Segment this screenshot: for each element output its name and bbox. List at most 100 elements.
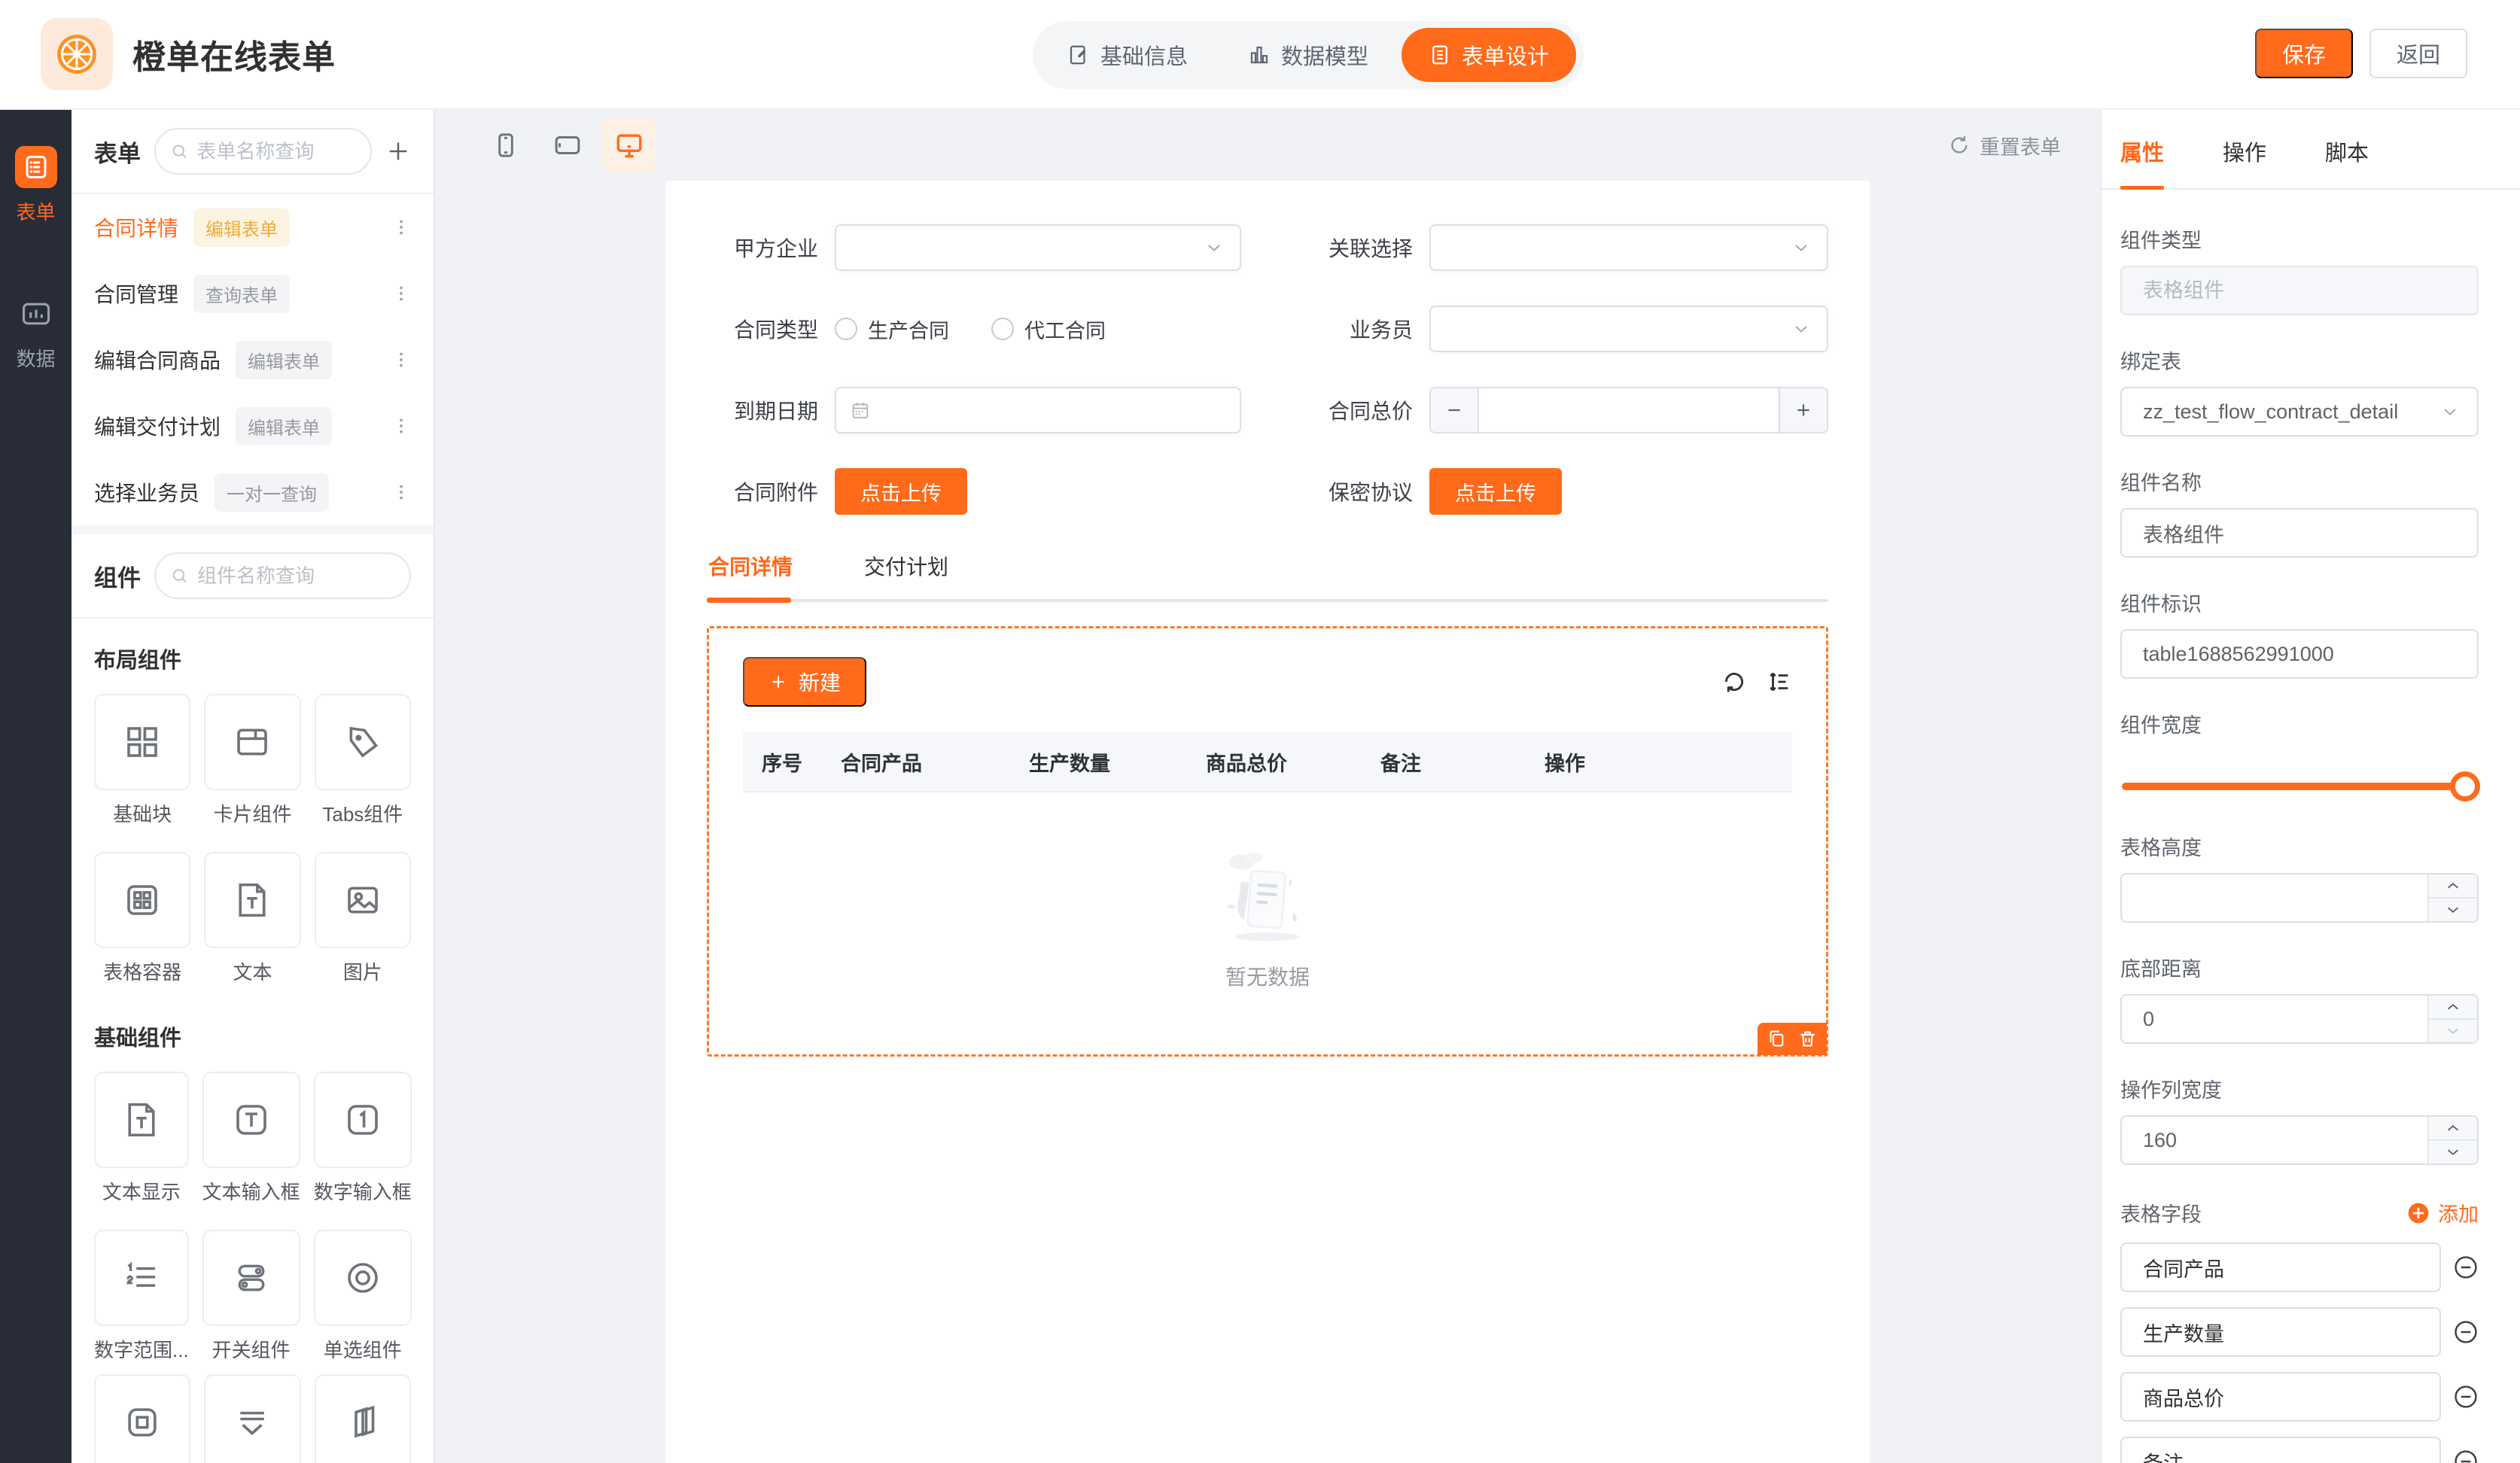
component-image[interactable] bbox=[315, 852, 411, 948]
bottom-gap-input[interactable] bbox=[2120, 994, 2479, 1044]
nda-upload-button[interactable]: 点击上传 bbox=[1429, 468, 1562, 515]
back-button[interactable]: 返回 bbox=[2369, 29, 2467, 78]
component-number-input[interactable] bbox=[314, 1072, 412, 1168]
form-search bbox=[154, 128, 372, 175]
form-item-menu-button[interactable] bbox=[391, 350, 411, 370]
minus-circle-icon bbox=[2453, 1255, 2479, 1280]
form-list-item[interactable]: 选择业务员 一对一查询 bbox=[72, 459, 434, 525]
remove-field-button[interactable] bbox=[2453, 1384, 2479, 1410]
table-height-input[interactable] bbox=[2120, 873, 2479, 923]
component-switch[interactable] bbox=[202, 1230, 300, 1326]
component-table-container[interactable] bbox=[94, 852, 190, 948]
op-col-width-input[interactable] bbox=[2120, 1115, 2479, 1165]
tab-delivery-plan[interactable]: 交付计划 bbox=[864, 551, 948, 581]
plus-icon bbox=[385, 138, 411, 164]
component-label: 卡片组件 bbox=[213, 799, 291, 823]
component-cascade[interactable] bbox=[315, 1374, 411, 1463]
rail-item-data[interactable]: 数据 bbox=[15, 293, 57, 372]
spinner-down-button[interactable] bbox=[2429, 1020, 2477, 1042]
component-text-display[interactable] bbox=[94, 1072, 189, 1168]
component-name-input[interactable] bbox=[2120, 508, 2479, 558]
total-price-input[interactable] bbox=[1479, 388, 1779, 432]
form-list-item[interactable]: 编辑合同商品 编辑表单 bbox=[72, 327, 434, 393]
salesman-select[interactable] bbox=[1429, 306, 1828, 352]
attachment-upload-button[interactable]: 点击上传 bbox=[835, 468, 967, 515]
refresh-icon bbox=[1721, 669, 1747, 695]
spinner-up-button[interactable] bbox=[2429, 1117, 2477, 1141]
table-refresh-button[interactable] bbox=[1721, 669, 1747, 695]
delete-component-button[interactable] bbox=[1797, 1029, 1818, 1049]
add-field-button[interactable]: 添加 bbox=[2406, 1198, 2479, 1227]
tab-script[interactable]: 脚本 bbox=[2325, 135, 2369, 188]
slider-handle[interactable] bbox=[2450, 771, 2480, 801]
component-basic-block[interactable] bbox=[94, 694, 190, 790]
component-card-widget[interactable] bbox=[204, 694, 300, 790]
data-icon bbox=[15, 293, 57, 335]
component-width-slider[interactable] bbox=[2122, 771, 2477, 801]
relation-select[interactable] bbox=[1429, 224, 1828, 271]
form-item-menu-button[interactable] bbox=[391, 217, 411, 237]
reset-form-button[interactable]: 重置表单 bbox=[1948, 131, 2061, 160]
selected-table-component[interactable]: 新建 bbox=[707, 626, 1828, 1057]
copy-component-button[interactable] bbox=[1767, 1029, 1787, 1049]
form-search-input[interactable] bbox=[196, 140, 355, 163]
table-sort-button[interactable] bbox=[1767, 669, 1792, 695]
dots-vertical-icon bbox=[391, 284, 411, 303]
remove-field-button[interactable] bbox=[2453, 1449, 2479, 1463]
tab-contract-detail[interactable]: 合同详情 bbox=[708, 551, 793, 581]
chevron-up-icon bbox=[2445, 877, 2461, 894]
phone-icon bbox=[491, 130, 521, 160]
party-select[interactable] bbox=[835, 224, 1241, 271]
component-text-input[interactable] bbox=[202, 1072, 300, 1168]
component-number-range[interactable] bbox=[94, 1230, 189, 1326]
radio-oem-contract[interactable]: 代工合同 bbox=[991, 315, 1106, 344]
bind-table-select[interactable]: zz_test_flow_contract_detail bbox=[2120, 387, 2479, 436]
device-tablet-button[interactable] bbox=[540, 118, 595, 172]
column-header: 操作 bbox=[1545, 747, 1773, 777]
table-field-item[interactable]: 商品总价 bbox=[2120, 1372, 2441, 1422]
tab-data-model[interactable]: 数据模型 bbox=[1221, 28, 1395, 82]
stepper-increase-button[interactable] bbox=[1779, 388, 1827, 432]
form-item-menu-button[interactable] bbox=[391, 416, 411, 436]
form-item-menu-button[interactable] bbox=[391, 284, 411, 303]
component-id-input[interactable] bbox=[2120, 629, 2479, 679]
form-list-item[interactable]: 合同详情 编辑表单 bbox=[72, 194, 434, 260]
remove-field-button[interactable] bbox=[2453, 1255, 2479, 1280]
stepper-decrease-button[interactable] bbox=[1431, 388, 1479, 432]
spinner-down-button[interactable] bbox=[2429, 899, 2477, 921]
component-checkbox[interactable] bbox=[94, 1374, 190, 1463]
radio-production-contract[interactable]: 生产合同 bbox=[835, 315, 949, 344]
table-field-item[interactable]: 备注 bbox=[2120, 1437, 2441, 1463]
form-item-menu-button[interactable] bbox=[391, 482, 411, 502]
table-field-item[interactable]: 合同产品 bbox=[2120, 1242, 2441, 1292]
device-desktop-button[interactable] bbox=[602, 118, 656, 172]
spinner-down-button[interactable] bbox=[2429, 1141, 2477, 1163]
remove-field-button[interactable] bbox=[2453, 1319, 2479, 1345]
tab-basic-info[interactable]: 基础信息 bbox=[1040, 28, 1215, 82]
table-field-item[interactable]: 生产数量 bbox=[2120, 1307, 2441, 1357]
property-label: 操作列宽度 bbox=[2120, 1074, 2479, 1103]
component-radio[interactable] bbox=[314, 1230, 412, 1326]
new-row-button[interactable]: 新建 bbox=[743, 657, 866, 707]
tab-properties[interactable]: 属性 bbox=[2120, 135, 2164, 188]
rail-item-forms[interactable]: 表单 bbox=[15, 146, 57, 225]
component-text[interactable] bbox=[204, 852, 300, 948]
tab-form-design[interactable]: 表单设计 bbox=[1402, 28, 1576, 82]
due-date-input[interactable] bbox=[835, 387, 1241, 433]
form-item-badge: 编辑表单 bbox=[236, 341, 332, 379]
form-list-item[interactable]: 编辑交付计划 编辑表单 bbox=[72, 393, 434, 459]
component-dropdown[interactable] bbox=[204, 1374, 300, 1463]
header-actions: 保存 返回 bbox=[2255, 29, 2467, 78]
add-form-button[interactable] bbox=[385, 138, 411, 164]
device-phone-button[interactable] bbox=[479, 118, 533, 172]
spinner-up-button[interactable] bbox=[2429, 996, 2477, 1020]
new-row-label: 新建 bbox=[799, 667, 841, 697]
minus-icon bbox=[1444, 400, 1464, 420]
component-search-input[interactable] bbox=[197, 564, 394, 588]
spinner-up-button[interactable] bbox=[2429, 874, 2477, 899]
tab-actions[interactable]: 操作 bbox=[2223, 135, 2266, 188]
save-button[interactable]: 保存 bbox=[2255, 29, 2353, 78]
form-list-item[interactable]: 合同管理 查询表单 bbox=[72, 260, 434, 327]
slider-track[interactable] bbox=[2122, 783, 2477, 790]
component-tabs-widget[interactable] bbox=[315, 694, 411, 790]
